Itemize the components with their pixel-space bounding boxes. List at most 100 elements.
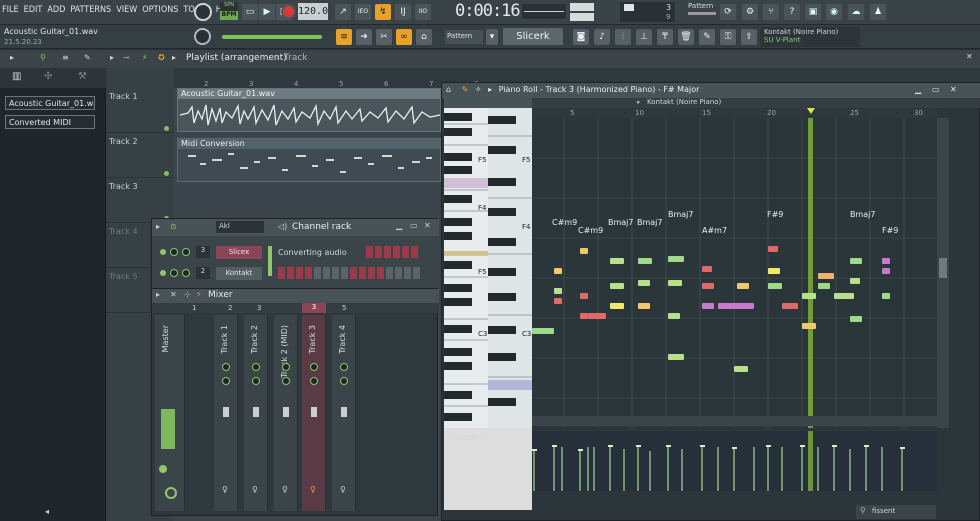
note[interactable] xyxy=(834,293,854,299)
monitor-icon[interactable]: ▣ xyxy=(805,4,821,20)
playlist-menu-icon[interactable]: ▸ xyxy=(172,53,176,62)
mixer-fader[interactable] xyxy=(223,407,229,417)
note[interactable] xyxy=(638,303,650,309)
play-button[interactable]: ▶ xyxy=(259,4,275,20)
menu-add[interactable]: ADD xyxy=(47,5,65,15)
select-icon[interactable]: ▸ xyxy=(488,85,492,94)
note[interactable] xyxy=(818,273,834,279)
snap-selector[interactable]: Pattern xyxy=(445,30,483,44)
channel-led[interactable] xyxy=(160,270,166,276)
tool-selector[interactable]: Slicerk xyxy=(503,28,563,45)
minimize-icon[interactable]: ▁ xyxy=(915,85,921,94)
note[interactable] xyxy=(702,283,714,289)
note[interactable] xyxy=(554,288,562,294)
search-field[interactable]: fissent xyxy=(856,505,936,519)
mixer-strip-track1[interactable]: Track 1 ♀ xyxy=(214,315,238,511)
note[interactable] xyxy=(737,283,749,289)
mixer-strip-master[interactable]: Master xyxy=(155,315,185,511)
eq-icon[interactable]: ⊥ xyxy=(636,29,652,45)
note[interactable] xyxy=(668,280,682,286)
note[interactable] xyxy=(782,303,798,309)
master-send-knob[interactable] xyxy=(165,487,177,499)
midi-clip[interactable]: Midi Conversion xyxy=(177,138,441,182)
mixer-strip-track3[interactable]: Track 3 ♀ xyxy=(302,315,326,511)
target-channel-icon[interactable]: ▸ xyxy=(637,98,641,106)
mixer-knob[interactable] xyxy=(310,363,318,371)
arrow-right-icon[interactable]: ▸ xyxy=(10,53,14,62)
channel-button-kontakt[interactable]: Kontakt xyxy=(216,267,262,280)
step-sequencer[interactable] xyxy=(366,246,424,258)
note[interactable] xyxy=(734,366,748,372)
note[interactable] xyxy=(882,258,890,264)
mixer-snap-icon[interactable]: ⚡ xyxy=(196,290,202,299)
note[interactable] xyxy=(882,268,890,274)
menu-patterns[interactable]: PATTERNS xyxy=(70,5,111,15)
note[interactable] xyxy=(588,313,606,319)
note[interactable] xyxy=(702,266,712,272)
speaker-icon[interactable]: ◁) xyxy=(278,222,287,231)
magnet-icon[interactable]: ⊸ xyxy=(123,53,130,62)
export-icon[interactable]: ⇪ xyxy=(741,29,757,45)
channel-route[interactable]: 2 xyxy=(196,267,210,279)
key-icon[interactable]: ⚿ xyxy=(720,29,736,45)
cut-tool-icon[interactable]: ✂ xyxy=(376,29,392,45)
blend-notes-button[interactable]: IJ xyxy=(395,4,411,20)
countdown-button[interactable]: ↯ xyxy=(375,4,391,20)
mixer-arrow-icon[interactable]: ▸ xyxy=(156,290,160,299)
master-pitch-slider[interactable] xyxy=(222,35,322,39)
mixer-knob[interactable] xyxy=(310,377,318,385)
loop-record-button[interactable]: IIO xyxy=(415,4,431,20)
plugin-icon[interactable]: ⚲ xyxy=(40,53,46,62)
menu-edit[interactable]: EDIT xyxy=(24,5,43,15)
note[interactable] xyxy=(580,248,588,254)
note[interactable] xyxy=(668,354,684,360)
note[interactable] xyxy=(882,293,890,299)
piano-icon[interactable]: ♪ xyxy=(594,29,610,45)
record-button[interactable] xyxy=(281,4,296,19)
channel-led[interactable] xyxy=(160,249,166,255)
pitch-knob[interactable] xyxy=(194,28,211,45)
note[interactable] xyxy=(610,258,624,264)
track-header[interactable]: Track 1 xyxy=(106,88,174,133)
playlist-close-icon[interactable]: ✕ xyxy=(966,52,973,61)
channel-filter[interactable]: Akl xyxy=(216,221,264,233)
mixer-fader[interactable] xyxy=(311,407,317,417)
note[interactable] xyxy=(850,278,860,284)
note[interactable] xyxy=(768,246,778,252)
tuner-icon[interactable]: ⑂ xyxy=(763,4,779,20)
mixer-strip-track2-mid[interactable]: Track 2 (MID) ♀ xyxy=(274,315,298,511)
mixer-knob[interactable] xyxy=(252,377,260,385)
browser-item-audio[interactable]: Acoustic Guitar_01.wav xyxy=(5,96,95,110)
send-icon[interactable]: ♀ xyxy=(310,485,316,494)
settings-gear-icon[interactable]: ⚙ xyxy=(742,4,758,20)
piano-keyboard[interactable]: F5 F4 F5 C3 F5 F4 C3 xyxy=(444,108,532,510)
channel-select-bar[interactable] xyxy=(268,246,272,276)
note[interactable] xyxy=(702,303,714,309)
pattern-scroll[interactable] xyxy=(688,12,716,15)
mixer-knob[interactable] xyxy=(340,377,348,385)
channel-volume-knob[interactable] xyxy=(182,248,190,256)
mixer-fader[interactable] xyxy=(283,407,289,417)
browser-item-midi[interactable]: Converted MIDI xyxy=(5,115,95,129)
mixer-knob[interactable] xyxy=(222,377,230,385)
close-icon[interactable]: ✕ xyxy=(950,85,957,94)
channel-volume-knob[interactable] xyxy=(182,269,190,277)
mixer-knob[interactable] xyxy=(340,363,348,371)
mixer-route-icon[interactable]: ⊹ xyxy=(184,290,191,299)
piano-keys-icon[interactable]: ▥ xyxy=(12,71,21,82)
snap-icon[interactable]: ✪ xyxy=(158,53,165,62)
vertical-scrollbar[interactable] xyxy=(937,118,949,428)
mixer-led[interactable] xyxy=(159,465,167,473)
mixer-knob[interactable] xyxy=(282,377,290,385)
note[interactable] xyxy=(580,313,588,319)
channel-pan-knob[interactable] xyxy=(170,248,178,256)
mixer-fader[interactable] xyxy=(341,407,347,417)
note[interactable] xyxy=(610,303,624,309)
bpm-mode-badge[interactable]: BPM xyxy=(220,11,238,20)
wait-record-button[interactable]: IEO xyxy=(355,4,371,20)
maximize-icon[interactable]: ▭ xyxy=(932,85,940,94)
channel-route[interactable]: 3 xyxy=(196,246,210,258)
note[interactable] xyxy=(718,303,754,309)
paint-icon[interactable]: ✎ xyxy=(699,29,715,45)
home-icon[interactable]: ⌂ xyxy=(446,85,451,94)
